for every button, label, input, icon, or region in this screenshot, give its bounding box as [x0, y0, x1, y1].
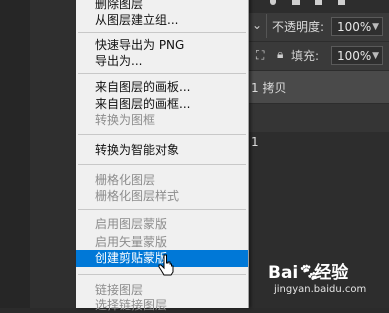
menu-item-select-linked-layers[interactable]: 选择链接图层 — [76, 297, 248, 313]
menu-item-link-layers[interactable]: 链接图层 — [76, 282, 248, 298]
panel-top-icons — [249, 0, 389, 12]
menu-item-rasterize-layer-style[interactable]: 栅格化图层样式 — [76, 188, 248, 204]
opacity-label: 不透明度: — [272, 20, 325, 34]
fill-value: 100% — [337, 49, 372, 63]
mouse-pointer-icon — [158, 254, 174, 276]
menu-item-export-as[interactable]: 导出为... — [76, 53, 248, 69]
fill-label: 填充: — [291, 49, 320, 63]
menu-separator — [78, 134, 246, 135]
menu-item-rasterize-layer[interactable]: 栅格化图层 — [76, 172, 248, 188]
circle-icon[interactable] — [270, 0, 276, 5]
watermark-brand: Bai🐾︎经验 — [268, 258, 348, 283]
menu-item-quick-export-png[interactable]: 快速导出为 PNG — [76, 37, 248, 53]
layer-name: 1 拷贝 — [251, 81, 287, 95]
layer-row[interactable]: 1 — [249, 132, 389, 154]
layer-name: 1 — [251, 135, 259, 149]
menu-item-group-from-layers[interactable]: 从图层建立组... — [76, 12, 248, 28]
layer-row[interactable] — [249, 104, 389, 132]
menu-item-frame-from-layers[interactable]: 来自图层的画框... — [76, 96, 248, 112]
divider — [266, 14, 267, 38]
artboard-lock-icon[interactable]: ⛶ — [256, 48, 264, 63]
menu-item-convert-to-smart-object[interactable]: 转换为智能对象 — [76, 142, 248, 158]
lock-icon[interactable]: 🔒︎ — [277, 47, 283, 62]
menu-separator — [78, 209, 246, 210]
opacity-value: 100% — [337, 20, 372, 34]
opacity-field[interactable]: 100% ▼ — [331, 17, 383, 36]
menu-separator — [78, 73, 246, 74]
fill-field[interactable]: 100% ▼ — [331, 46, 383, 65]
menu-separator — [78, 164, 246, 165]
menu-item-enable-vector-mask[interactable]: 启用矢量蒙版 — [76, 234, 248, 250]
brush-icon[interactable] — [338, 0, 345, 5]
dropdown-arrow-icon: ▼ — [372, 22, 379, 32]
lock-icon[interactable] — [315, 0, 322, 5]
menu-item-convert-to-frame[interactable]: 转换为图框 — [76, 112, 248, 128]
menu-item-artboard-from-layers[interactable]: 来自图层的画板... — [76, 79, 248, 95]
menu-item-enable-layer-mask[interactable]: 启用图层蒙版 — [76, 216, 248, 232]
watermark-url: jingyan.baidu.com — [274, 284, 367, 295]
canvas-area — [0, 0, 76, 308]
menu-item-delete-layer[interactable]: 删除图层 — [76, 0, 248, 12]
dropdown-arrow-icon: ▼ — [372, 51, 379, 61]
chevron-down-icon[interactable]: ⌄ — [252, 18, 262, 32]
layer-row-selected[interactable]: 1 拷贝 — [249, 71, 389, 103]
paw-icon: 🐾︎ — [298, 263, 320, 283]
watermark-brand-right: 经验 — [314, 263, 349, 283]
menu-separator — [78, 32, 246, 33]
square-icon[interactable] — [292, 0, 300, 5]
watermark-brand-left: Bai — [268, 263, 299, 283]
